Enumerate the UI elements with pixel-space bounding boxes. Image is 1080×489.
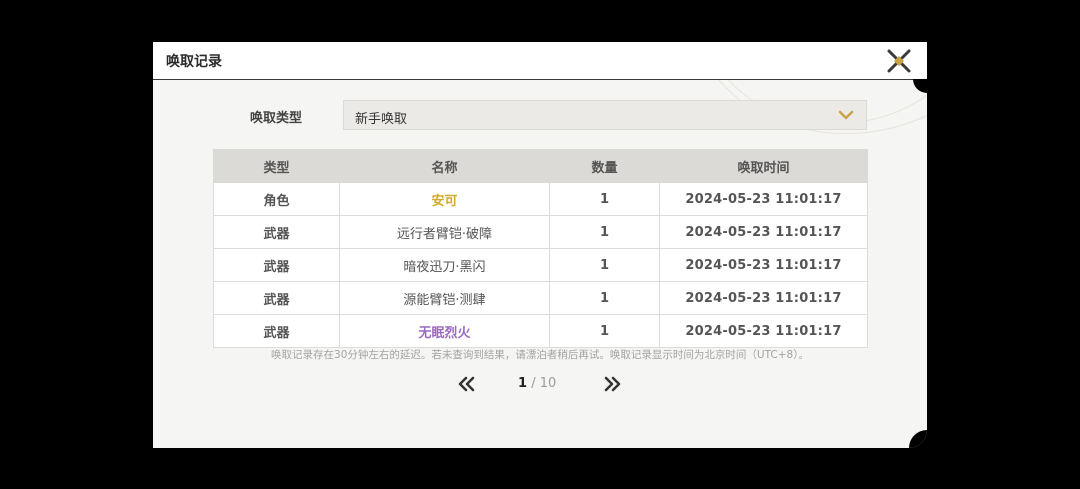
table-row: 武器 远行者臂铠·破障 1 2024-05-23 11:01:17 — [213, 215, 868, 249]
cell-quantity: 1 — [549, 248, 660, 282]
cell-time: 2024-05-23 11:01:17 — [659, 182, 868, 216]
column-header-time: 唤取时间 — [659, 149, 868, 183]
close-button[interactable] — [885, 47, 913, 75]
cell-name: 无眠烈火 — [339, 314, 550, 348]
cell-type: 武器 — [213, 281, 340, 315]
cell-time: 2024-05-23 11:01:17 — [659, 215, 868, 249]
page-indicator: 1 / 10 — [518, 376, 556, 391]
cell-quantity: 1 — [549, 314, 660, 348]
next-page-button[interactable] — [603, 376, 621, 392]
cell-type: 武器 — [213, 314, 340, 348]
double-chevron-left-icon — [458, 376, 475, 392]
panel-title: 唤取记录 — [166, 54, 222, 70]
pagination: 1 / 10 — [153, 375, 927, 395]
cell-time: 2024-05-23 11:01:17 — [659, 281, 868, 315]
close-icon — [887, 49, 911, 73]
cell-name: 源能臂铠·测肆 — [339, 281, 550, 315]
double-chevron-right-icon — [604, 376, 621, 392]
cell-quantity: 1 — [549, 215, 660, 249]
gacha-type-select[interactable]: 新手唤取 — [343, 100, 867, 130]
table-row: 武器 暗夜迅刀·黑闪 1 2024-05-23 11:01:17 — [213, 248, 868, 282]
gacha-history-panel: 唤取记录 唤取类型 新手唤取 类型 名称 数量 唤取时间 角色 安可 1 202… — [153, 42, 927, 448]
total-pages: 10 — [539, 376, 557, 391]
previous-page-button[interactable] — [458, 376, 476, 392]
cell-type: 武器 — [213, 248, 340, 282]
cell-time: 2024-05-23 11:01:17 — [659, 314, 868, 348]
cell-name: 安可 — [339, 182, 550, 216]
header-corner — [913, 79, 927, 93]
cell-type: 武器 — [213, 215, 340, 249]
column-header-type: 类型 — [213, 149, 340, 183]
cell-quantity: 1 — [549, 182, 660, 216]
chevron-down-icon — [838, 110, 854, 120]
column-header-quantity: 数量 — [549, 149, 660, 183]
delay-notice: 唤取记录存在30分钟左右的延迟。若未查询到结果，请漂泊者稍后再试。唤取记录显示时… — [271, 349, 809, 361]
page-separator: / — [531, 376, 536, 391]
cell-name: 远行者臂铠·破障 — [339, 215, 550, 249]
cell-type: 角色 — [213, 182, 340, 216]
table-header-row: 类型 名称 数量 唤取时间 — [213, 149, 868, 183]
current-page: 1 — [518, 376, 528, 391]
table-row: 角色 安可 1 2024-05-23 11:01:17 — [213, 182, 868, 216]
table-row: 武器 源能臂铠·测肆 1 2024-05-23 11:01:17 — [213, 281, 868, 315]
cell-time: 2024-05-23 11:01:17 — [659, 248, 868, 282]
table-row: 武器 无眠烈火 1 2024-05-23 11:01:17 — [213, 314, 868, 348]
column-header-name: 名称 — [339, 149, 550, 183]
panel-corner — [909, 430, 927, 448]
records-table: 类型 名称 数量 唤取时间 角色 安可 1 2024-05-23 11:01:1… — [213, 149, 868, 348]
panel-header: 唤取记录 — [153, 42, 927, 80]
select-value: 新手唤取 — [355, 112, 408, 127]
filter-label: 唤取类型 — [250, 111, 303, 126]
cell-quantity: 1 — [549, 281, 660, 315]
cell-name: 暗夜迅刀·黑闪 — [339, 248, 550, 282]
